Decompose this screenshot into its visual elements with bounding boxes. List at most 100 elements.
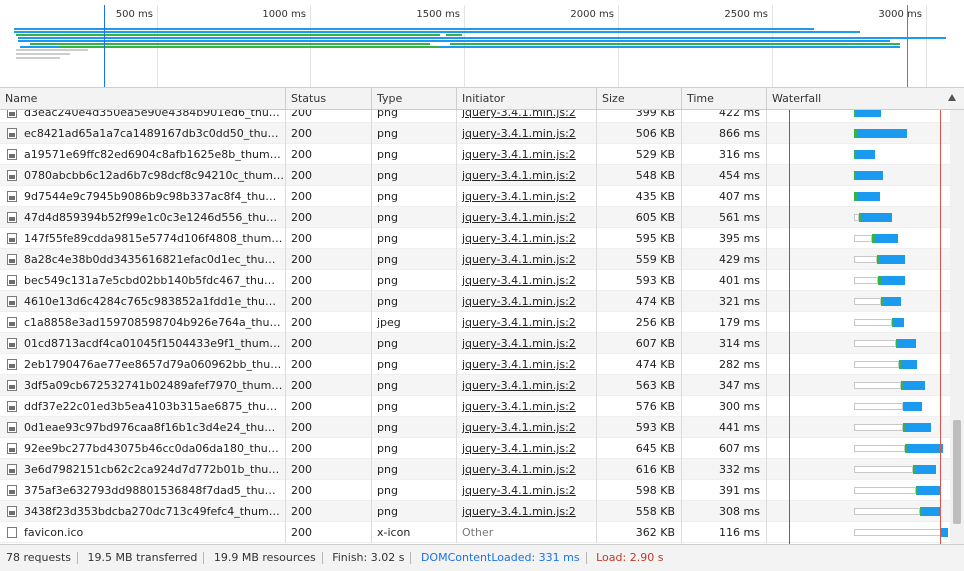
request-initiator-link[interactable]: jquery-3.4.1.min.js:2 (456, 438, 596, 459)
request-name[interactable]: ddf37e22c01ed3b5ea4103b315ae6875_thumb.p… (0, 396, 285, 417)
column-header-initiator[interactable]: Initiator (456, 88, 596, 110)
request-name[interactable]: c1a8858e3ad159708598704b926e764a_thumb.j… (0, 312, 285, 333)
request-waterfall[interactable] (766, 438, 950, 459)
request-initiator-link[interactable]: jquery-3.4.1.min.js:2 (456, 417, 596, 438)
request-row[interactable]: 3e6d7982151cb62c2ca924d7d772b01b_thumb.p… (0, 459, 950, 480)
request-size: 563 KB (596, 375, 681, 396)
request-waterfall[interactable] (766, 165, 950, 186)
request-initiator-link[interactable]: jquery-3.4.1.min.js:2 (456, 144, 596, 165)
request-row[interactable]: favicon.ico 200 x-icon Other 362 KB 116 ms (0, 522, 950, 543)
request-waterfall[interactable] (766, 270, 950, 291)
request-row[interactable]: ddf37e22c01ed3b5ea4103b315ae6875_thumb.p… (0, 396, 950, 417)
request-waterfall[interactable] (766, 123, 950, 144)
request-initiator-link[interactable]: jquery-3.4.1.min.js:2 (456, 228, 596, 249)
request-row[interactable]: 0d1eae93c97bd976caa8f16b1c3d4e24_thumb.p… (0, 417, 950, 438)
request-waterfall[interactable] (766, 228, 950, 249)
request-row[interactable]: 47d4d859394b52f99e1c0c3e1246d556_thumb.p… (0, 207, 950, 228)
request-name[interactable]: 2eb1790476ae77ee8657d79a060962bb_thumb.p… (0, 354, 285, 375)
request-name[interactable]: 0d1eae93c97bd976caa8f16b1c3d4e24_thumb.p… (0, 417, 285, 438)
request-row[interactable]: 9d7544e9c7945b9086b9c98b337ac8f4_thumb.p… (0, 186, 950, 207)
request-row[interactable]: d3eac240e4d350ea5e90e4384b901ed6_thumb.p… (0, 110, 950, 123)
request-waterfall[interactable] (766, 291, 950, 312)
request-name[interactable]: 0780abcbb6c12ad6b7c98dcf8c94210c_thumb.p… (0, 165, 285, 186)
request-initiator-link[interactable]: jquery-3.4.1.min.js:2 (456, 165, 596, 186)
scrollbar-thumb[interactable] (953, 420, 961, 524)
request-waterfall[interactable] (766, 186, 950, 207)
request-name[interactable]: ec8421ad65a1a7ca1489167db3c0dd50_thumb.p… (0, 123, 285, 144)
request-row[interactable]: ec8421ad65a1a7ca1489167db3c0dd50_thumb.p… (0, 123, 950, 144)
request-initiator-link[interactable]: jquery-3.4.1.min.js:2 (456, 480, 596, 501)
waterfall-receiving-segment (903, 381, 925, 390)
request-time: 179 ms (681, 312, 766, 333)
request-waterfall[interactable] (766, 459, 950, 480)
request-row[interactable]: 2eb1790476ae77ee8657d79a060962bb_thumb.p… (0, 354, 950, 375)
request-waterfall[interactable] (766, 312, 950, 333)
request-name-text: 47d4d859394b52f99e1c0c3e1246d556_thumb.p… (24, 211, 285, 224)
request-waterfall[interactable] (766, 501, 950, 522)
request-name[interactable]: 147f55fe89cdda9815e5774d106f4808_thumb.p… (0, 228, 285, 249)
request-initiator-link[interactable]: jquery-3.4.1.min.js:2 (456, 186, 596, 207)
request-initiator-link[interactable]: jquery-3.4.1.min.js:2 (456, 270, 596, 291)
overview-request-bar (440, 37, 946, 39)
overview-tick-label: 3000 ms (878, 9, 922, 20)
column-header-status[interactable]: Status (285, 88, 371, 110)
request-name[interactable]: a19571e69ffc82ed6904c8afb1625e8b_thumb.p… (0, 144, 285, 165)
request-name[interactable]: 01cd8713acdf4ca01045f1504433e9f1_thumb.p… (0, 333, 285, 354)
request-name[interactable]: 9d7544e9c7945b9086b9c98b337ac8f4_thumb.p… (0, 186, 285, 207)
request-row[interactable]: 375af3e632793dd98801536848f7dad5_thumb.p… (0, 480, 950, 501)
request-row[interactable]: 3df5a09cb672532741b02489afef7970_thumb.p… (0, 375, 950, 396)
request-name[interactable]: 92ee9bc277bd43075b46cc0da06da180_thumb.p… (0, 438, 285, 459)
request-waterfall[interactable] (766, 522, 950, 543)
column-header-waterfall[interactable]: Waterfall (766, 88, 964, 110)
request-name[interactable]: 4610e13d6c4284c765c983852a1fdd1e_thumb.p… (0, 291, 285, 312)
request-initiator-link[interactable]: jquery-3.4.1.min.js:2 (456, 249, 596, 270)
column-header-type[interactable]: Type (371, 88, 456, 110)
column-header-size[interactable]: Size (596, 88, 681, 110)
request-name[interactable]: 8a28c4e38b0dd3435616821efac0d1ec_thumb.p… (0, 249, 285, 270)
request-waterfall[interactable] (766, 144, 950, 165)
request-row[interactable]: c1a8858e3ad159708598704b926e764a_thumb.j… (0, 312, 950, 333)
request-waterfall[interactable] (766, 375, 950, 396)
request-initiator-link[interactable]: jquery-3.4.1.min.js:2 (456, 375, 596, 396)
request-waterfall[interactable] (766, 480, 950, 501)
sort-ascending-icon[interactable] (948, 94, 956, 101)
column-header-name[interactable]: Name (0, 88, 285, 110)
network-overview-timeline[interactable]: 500 ms 1000 ms 1500 ms 2000 ms 2500 ms 3000 m… (0, 0, 964, 88)
request-initiator-link[interactable]: jquery-3.4.1.min.js:2 (456, 110, 596, 123)
request-name[interactable]: bec549c131a7e5cbd02bb140b5fdc467_thumb.p… (0, 270, 285, 291)
request-waterfall[interactable] (766, 417, 950, 438)
request-name[interactable]: 47d4d859394b52f99e1c0c3e1246d556_thumb.p… (0, 207, 285, 228)
request-name[interactable]: favicon.ico (0, 522, 285, 543)
request-initiator-link[interactable]: jquery-3.4.1.min.js:2 (456, 207, 596, 228)
request-initiator-link[interactable]: jquery-3.4.1.min.js:2 (456, 354, 596, 375)
request-waterfall[interactable] (766, 354, 950, 375)
request-row[interactable]: 01cd8713acdf4ca01045f1504433e9f1_thumb.p… (0, 333, 950, 354)
request-row[interactable]: 147f55fe89cdda9815e5774d106f4808_thumb.p… (0, 228, 950, 249)
request-name[interactable]: 3e6d7982151cb62c2ca924d7d772b01b_thumb.p… (0, 459, 285, 480)
vertical-scrollbar[interactable] (950, 110, 964, 544)
request-waterfall[interactable] (766, 333, 950, 354)
request-name[interactable]: 3438f23d353bdcba270dc713c49fefc4_thumb.p… (0, 501, 285, 522)
request-name[interactable]: 375af3e632793dd98801536848f7dad5_thumb.p… (0, 480, 285, 501)
request-row[interactable]: 0780abcbb6c12ad6b7c98dcf8c94210c_thumb.p… (0, 165, 950, 186)
request-initiator-link[interactable]: jquery-3.4.1.min.js:2 (456, 333, 596, 354)
request-initiator-link[interactable]: jquery-3.4.1.min.js:2 (456, 123, 596, 144)
request-initiator-link[interactable]: jquery-3.4.1.min.js:2 (456, 312, 596, 333)
request-waterfall[interactable] (766, 207, 950, 228)
request-initiator-link[interactable]: jquery-3.4.1.min.js:2 (456, 501, 596, 522)
request-waterfall[interactable] (766, 396, 950, 417)
request-initiator-link[interactable]: jquery-3.4.1.min.js:2 (456, 459, 596, 480)
request-initiator-link[interactable]: jquery-3.4.1.min.js:2 (456, 291, 596, 312)
request-row[interactable]: a19571e69ffc82ed6904c8afb1625e8b_thumb.p… (0, 144, 950, 165)
request-name[interactable]: d3eac240e4d350ea5e90e4384b901ed6_thumb.p… (0, 110, 285, 123)
request-row[interactable]: bec549c131a7e5cbd02bb140b5fdc467_thumb.p… (0, 270, 950, 291)
column-header-time[interactable]: Time (681, 88, 766, 110)
request-initiator-link[interactable]: jquery-3.4.1.min.js:2 (456, 396, 596, 417)
request-row[interactable]: 4610e13d6c4284c765c983852a1fdd1e_thumb.p… (0, 291, 950, 312)
request-name[interactable]: 3df5a09cb672532741b02489afef7970_thumb.p… (0, 375, 285, 396)
request-row[interactable]: 3438f23d353bdcba270dc713c49fefc4_thumb.p… (0, 501, 950, 522)
request-row[interactable]: 92ee9bc277bd43075b46cc0da06da180_thumb.p… (0, 438, 950, 459)
request-waterfall[interactable] (766, 110, 950, 123)
request-row[interactable]: 8a28c4e38b0dd3435616821efac0d1ec_thumb.p… (0, 249, 950, 270)
request-waterfall[interactable] (766, 249, 950, 270)
